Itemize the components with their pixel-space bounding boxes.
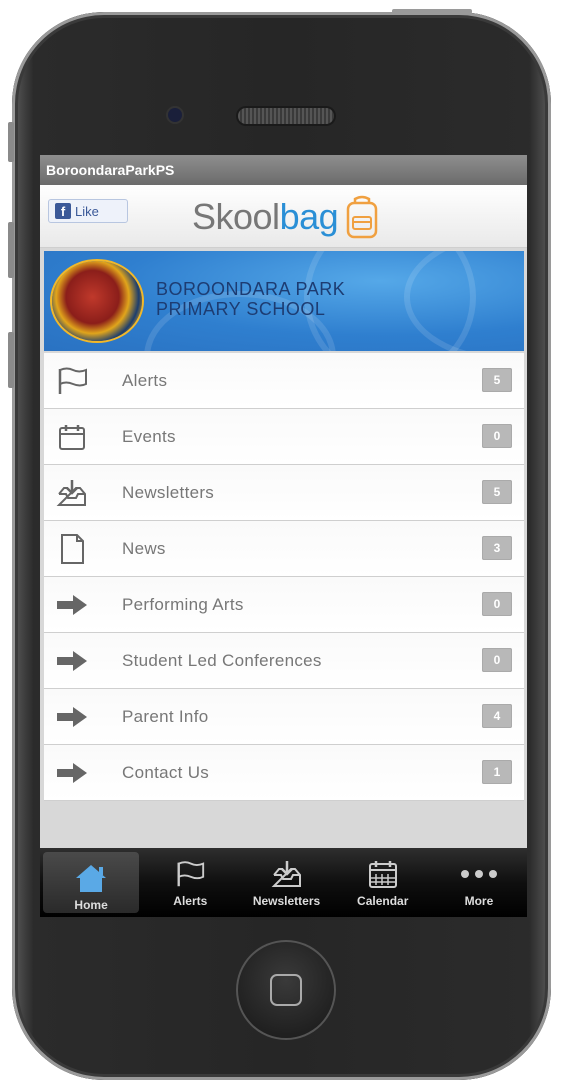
tab-calendar[interactable]: Calendar: [335, 848, 431, 917]
flag-icon: [142, 848, 238, 894]
tab-alerts[interactable]: Alerts: [142, 848, 238, 917]
inbox-download-icon: [54, 477, 90, 509]
tab-label: Home: [74, 898, 108, 912]
school-name-line2: PRIMARY SCHOOL: [156, 299, 326, 319]
app-screen: BoroondaraParkPS f Like Skool bag BOROOND…: [40, 155, 527, 917]
menu-item-news[interactable]: News 3: [44, 521, 524, 577]
menu-item-label: News: [122, 539, 166, 558]
school-crest-logo: [52, 261, 142, 341]
count-badge: 1: [482, 760, 512, 784]
facebook-like-label: Like: [75, 203, 99, 219]
calendar-icon: [54, 421, 90, 453]
menu-item-label: Performing Arts: [122, 595, 244, 614]
flag-icon: [54, 365, 90, 397]
home-icon: [43, 852, 139, 898]
menu-item-newsletters[interactable]: Newsletters 5: [44, 465, 524, 521]
power-button: [392, 9, 472, 14]
tab-label: Alerts: [173, 894, 208, 908]
count-badge: 0: [482, 424, 512, 448]
arrow-right-icon: [54, 645, 90, 677]
arrow-right-icon: [54, 589, 90, 621]
school-banner: BOROONDARA PARK PRIMARY SCHOOL: [44, 251, 524, 351]
app-title: BoroondaraParkPS: [46, 162, 175, 178]
mute-switch: [8, 122, 14, 162]
document-icon: [54, 533, 90, 565]
inbox-download-icon: [238, 848, 334, 894]
menu-item-label: Events: [122, 427, 176, 446]
count-badge: 0: [482, 592, 512, 616]
tab-home[interactable]: Home: [43, 852, 140, 913]
arrow-right-icon: [54, 757, 90, 789]
menu-item-label: Parent Info: [122, 707, 209, 726]
volume-down-button: [8, 332, 14, 388]
tab-newsletters[interactable]: Newsletters: [238, 848, 334, 917]
volume-up-button: [8, 222, 14, 278]
skoolbag-logo: Skool bag: [192, 195, 382, 239]
count-badge: 3: [482, 536, 512, 560]
count-badge: 4: [482, 704, 512, 728]
menu-item-performing-arts[interactable]: Performing Arts 0: [44, 577, 524, 633]
calendar-icon: [335, 848, 431, 894]
menu-item-events[interactable]: Events 0: [44, 409, 524, 465]
menu-list: Alerts 5 Events 0 Newsletters 5 News 3 P…: [44, 353, 524, 801]
tab-label: More: [464, 894, 494, 908]
earpiece-speaker: [238, 108, 334, 124]
logo-text-bag: bag: [279, 196, 339, 237]
school-name-line1: BOROONDARA PARK: [156, 279, 346, 299]
menu-item-label: Contact Us: [122, 763, 210, 782]
menu-item-student-led-conferences[interactable]: Student Led Conferences 0: [44, 633, 524, 689]
tab-more[interactable]: More: [431, 848, 527, 917]
count-badge: 0: [482, 648, 512, 672]
tab-label: Calendar: [357, 894, 409, 908]
count-badge: 5: [482, 480, 512, 504]
logo-text-skool: Skool: [192, 196, 280, 237]
backpack-icon: [346, 195, 378, 239]
tab-label: Newsletters: [252, 894, 321, 908]
more-dots-icon: [431, 848, 527, 894]
menu-item-label: Student Led Conferences: [122, 651, 322, 670]
bottom-tab-bar: Home Alerts Newsletters Calendar More: [40, 848, 527, 917]
facebook-like-button[interactable]: f Like: [48, 199, 128, 223]
facebook-icon: f: [55, 203, 71, 219]
school-name: BOROONDARA PARK PRIMARY SCHOOL: [156, 279, 345, 319]
app-title-bar: BoroondaraParkPS: [40, 155, 527, 185]
count-badge: 5: [482, 368, 512, 392]
menu-item-label: Newsletters: [122, 483, 215, 502]
arrow-right-icon: [54, 701, 90, 733]
menu-item-label: Alerts: [122, 371, 168, 390]
home-button-square-icon: [270, 974, 302, 1006]
menu-item-contact-us[interactable]: Contact Us 1: [44, 745, 524, 801]
menu-item-parent-info[interactable]: Parent Info 4: [44, 689, 524, 745]
front-camera: [168, 108, 182, 122]
menu-item-alerts[interactable]: Alerts 5: [44, 353, 524, 409]
app-header: f Like Skool bag: [40, 185, 527, 248]
